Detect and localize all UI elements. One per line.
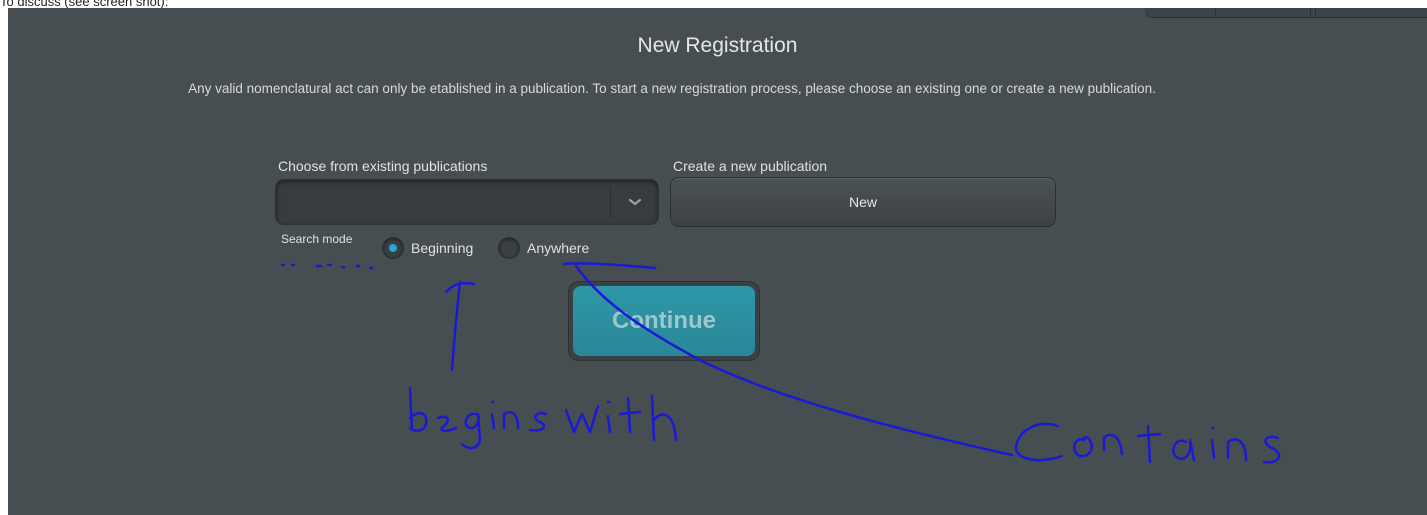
dotted-scribble	[280, 263, 374, 270]
arrow-contains-to-anywhere	[562, 262, 1014, 457]
handwriting-begins-with	[408, 386, 678, 450]
handwritten-annotations	[280, 262, 1281, 464]
handwriting-contains	[1014, 422, 1281, 464]
up-arrow-beginning	[444, 280, 476, 372]
